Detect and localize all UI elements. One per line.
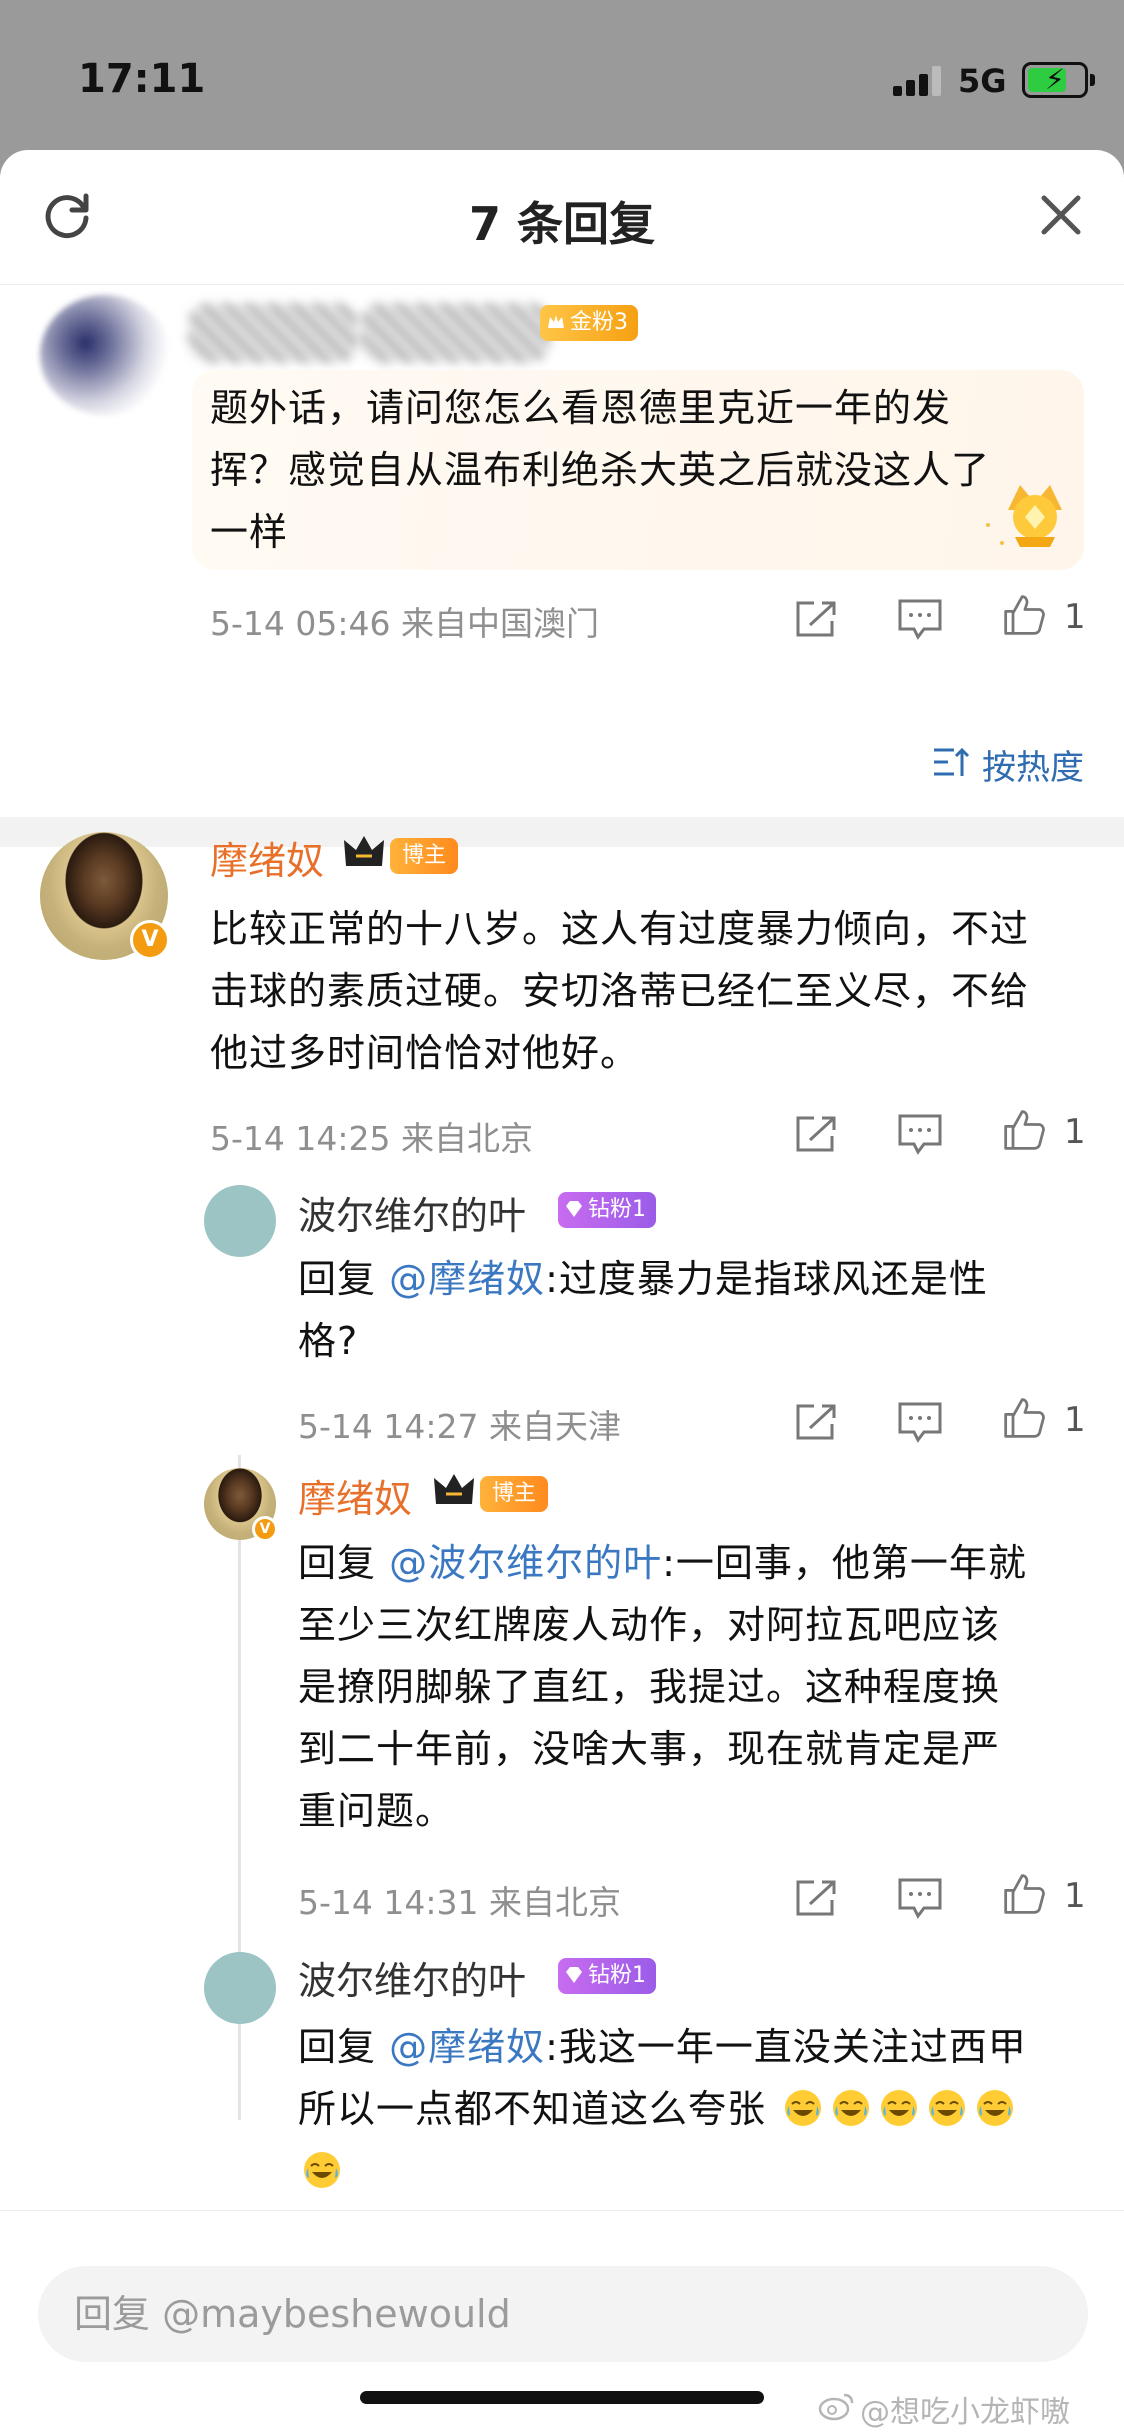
comment-icon[interactable]	[896, 597, 944, 641]
like-count: 1	[1064, 597, 1086, 637]
status-bar: 17:11 5G ⚡	[0, 0, 1124, 150]
like-count: 1	[1064, 1876, 1086, 1916]
comment-text-line: 回复 @摩绪奴:过度暴力是指球风还是性	[298, 1257, 988, 1301]
replies-sheet: 7 条回复 金粉3 题外话，请问您怎么看恩德里克近一年的发 挥？感觉自从温布利绝…	[0, 150, 1124, 2436]
comment-text-line: 比较正常的十八岁。这人有过度暴力倾向，不过	[210, 907, 1030, 951]
comment-meta: 5-14 14:25 来自北京	[210, 1119, 533, 1158]
verified-icon: V	[130, 920, 170, 960]
like-icon[interactable]	[1000, 1396, 1048, 1440]
watermark: @想吃小龙虾嗷	[860, 2395, 1070, 2430]
comment-username[interactable]: 波尔维尔的叶	[298, 1950, 526, 2005]
mention-link[interactable]: @摩绪奴	[389, 2025, 545, 2069]
username-blurred	[360, 303, 550, 363]
comment-text-line: 挥？感觉自从温布利绝杀大英之后就没这人了	[210, 448, 991, 492]
like-count: 1	[1064, 1112, 1086, 1152]
reply-input-bar: 回复 @maybeshewould @想吃小龙虾嗷	[0, 2210, 1124, 2436]
mention-link[interactable]: @波尔维尔的叶	[389, 1541, 662, 1585]
comment-text-line: 题外话，请问您怎么看恩德里克近一年的发	[210, 386, 952, 430]
comment-text-line	[298, 2140, 346, 2202]
comment-username[interactable]: 波尔维尔的叶	[298, 1185, 526, 1240]
signal-icon	[893, 66, 943, 96]
avatar[interactable]	[204, 1952, 276, 2024]
comment-text-line: 击球的素质过硬。安切洛蒂已经仁至义尽，不给	[210, 969, 1030, 1013]
like-icon[interactable]	[1000, 1108, 1048, 1152]
host-badge: 博主	[480, 1476, 549, 1512]
comment-text-line: 一样	[210, 510, 289, 554]
like-count: 1	[1064, 1400, 1086, 1440]
comment-text-line: 回复 @摩绪奴:我这一年一直没关注过西甲	[298, 2025, 1027, 2069]
laugh-cry-emoji-icon	[304, 2152, 340, 2188]
comment-text-line: 至少三次红牌废人动作，对阿拉瓦吧应该	[298, 1603, 1001, 1647]
share-icon[interactable]	[792, 1876, 840, 1920]
like-icon[interactable]	[1000, 593, 1048, 637]
comment-text-line: 所以一点都不知道这么夸张	[298, 2078, 1019, 2140]
battery-icon: ⚡	[1022, 62, 1095, 98]
comment-meta: 5-14 14:31 来自北京	[298, 1883, 621, 1922]
comment-text-line: 是撩阴脚躲了直红，我提过。这种程度换	[298, 1665, 1001, 1709]
fan-badge: 钻粉1	[558, 1192, 656, 1228]
avatar	[40, 295, 170, 415]
fan-badge: 钻粉1	[558, 1958, 656, 1994]
comment-icon[interactable]	[896, 1876, 944, 1920]
like-icon[interactable]	[1000, 1872, 1048, 1916]
close-icon[interactable]	[1036, 190, 1086, 240]
verified-icon: V	[252, 1516, 278, 1542]
sheet-title: 7 条回复	[468, 197, 656, 251]
share-icon[interactable]	[792, 1112, 840, 1156]
diamond-icon	[566, 1967, 582, 1983]
weibo-logo-icon	[818, 2393, 854, 2421]
mention-link[interactable]: @摩绪奴	[389, 1257, 545, 1301]
status-time: 17:11	[78, 56, 206, 102]
section-divider	[0, 817, 1124, 847]
comment-text-line: 回复 @波尔维尔的叶:一回事，他第一年就	[298, 1541, 1027, 1585]
fan-badge: 金粉3	[540, 305, 638, 341]
laugh-cry-emoji-icon	[881, 2090, 918, 2126]
root-comment: 金粉3 题外话，请问您怎么看恩德里克近一年的发 挥？感觉自从温布利绝杀大英之后就…	[0, 285, 1124, 847]
comment-icon[interactable]	[896, 1400, 944, 1444]
laugh-cry-emoji-icon	[785, 2090, 822, 2126]
comment-meta: 5-14 05:46 来自中国澳门	[210, 604, 599, 643]
crown-icon	[344, 836, 384, 866]
laugh-cry-emoji-icon	[833, 2090, 870, 2126]
laugh-cry-emoji-icon	[929, 2090, 966, 2126]
gold-crown-icon	[986, 485, 1062, 547]
username-blurred	[188, 303, 358, 363]
comment-meta: 5-14 14:27 来自天津	[298, 1407, 621, 1446]
home-indicator[interactable]	[360, 2391, 764, 2404]
gold-fan-icon	[548, 315, 564, 328]
comment-username[interactable]: 摩绪奴	[298, 1468, 412, 1523]
sheet-header: 7 条回复	[0, 150, 1124, 285]
avatar[interactable]	[204, 1185, 276, 1257]
share-icon[interactable]	[792, 1400, 840, 1444]
comment-username[interactable]: 摩绪奴	[210, 830, 324, 885]
sort-icon	[934, 747, 970, 776]
comment-text-line: 重问题。	[298, 1789, 455, 1833]
reply-input[interactable]: 回复 @maybeshewould	[38, 2266, 1088, 2362]
comment-text-line: 他过多时间恰恰对他好。	[210, 1031, 640, 1075]
laugh-cry-emoji-icon	[977, 2090, 1014, 2126]
comment-text-line: 格?	[298, 1319, 359, 1363]
comment-icon[interactable]	[896, 1112, 944, 1156]
comment-text-line: 到二十年前，没啥大事，现在就肯定是严	[298, 1727, 1001, 1771]
crown-icon	[434, 1474, 474, 1504]
sort-button[interactable]: 按热度	[934, 740, 1084, 789]
diamond-icon	[566, 1201, 582, 1217]
host-badge: 博主	[390, 838, 459, 874]
share-icon[interactable]	[792, 597, 840, 641]
network-type: 5G	[958, 62, 1007, 100]
